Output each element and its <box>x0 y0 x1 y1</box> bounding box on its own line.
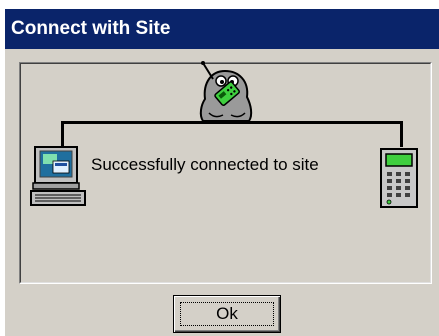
mascot-with-phone-icon <box>199 61 253 122</box>
connection-line-left <box>61 121 64 147</box>
ok-button[interactable]: Ok <box>173 295 281 333</box>
dialog-title: Connect with Site <box>11 18 171 39</box>
connection-line-right <box>400 121 403 147</box>
connection-status-text: Successfully connected to site <box>91 155 319 174</box>
site-terminal-icon <box>380 148 418 208</box>
ok-button-label: Ok <box>216 304 238 323</box>
computer-icon <box>30 146 86 206</box>
connect-dialog: Connect with Site Successfully connected… <box>4 8 439 336</box>
title-bar[interactable]: Connect with Site <box>5 9 439 49</box>
